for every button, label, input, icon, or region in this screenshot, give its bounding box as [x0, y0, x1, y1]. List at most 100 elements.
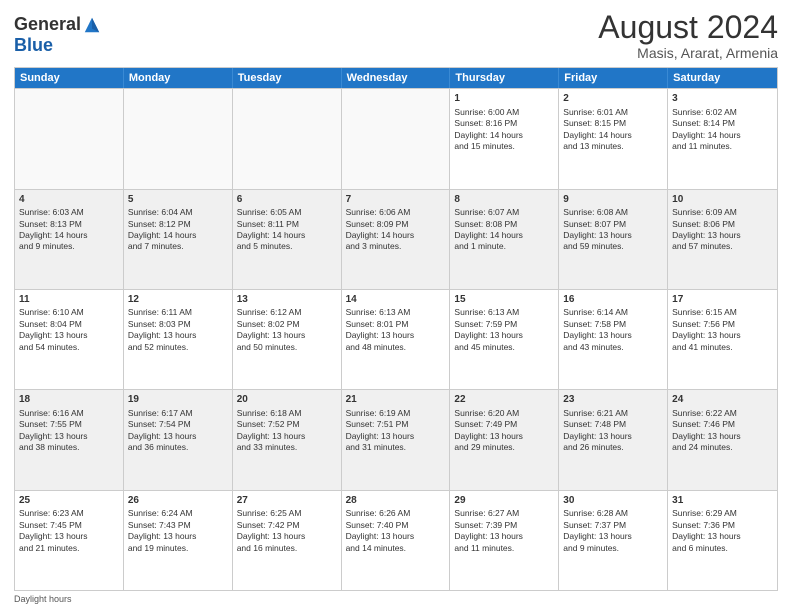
logo-general: General	[14, 14, 81, 35]
day-info: Sunrise: 6:23 AM Sunset: 7:45 PM Dayligh…	[19, 508, 88, 552]
title-block: August 2024 Masis, Ararat, Armenia	[598, 10, 778, 61]
calendar-cell: 2Sunrise: 6:01 AM Sunset: 8:15 PM Daylig…	[559, 89, 668, 188]
calendar-cell: 24Sunrise: 6:22 AM Sunset: 7:46 PM Dayli…	[668, 390, 777, 489]
day-number: 25	[19, 494, 119, 508]
calendar-cell: 20Sunrise: 6:18 AM Sunset: 7:52 PM Dayli…	[233, 390, 342, 489]
day-info: Sunrise: 6:08 AM Sunset: 8:07 PM Dayligh…	[563, 207, 632, 251]
day-info: Sunrise: 6:07 AM Sunset: 8:08 PM Dayligh…	[454, 207, 523, 251]
day-number: 30	[563, 494, 663, 508]
day-info: Sunrise: 6:21 AM Sunset: 7:48 PM Dayligh…	[563, 408, 632, 452]
calendar-cell: 29Sunrise: 6:27 AM Sunset: 7:39 PM Dayli…	[450, 491, 559, 590]
header-friday: Friday	[559, 68, 668, 88]
day-info: Sunrise: 6:12 AM Sunset: 8:02 PM Dayligh…	[237, 307, 306, 351]
day-info: Sunrise: 6:00 AM Sunset: 8:16 PM Dayligh…	[454, 107, 523, 151]
subtitle: Masis, Ararat, Armenia	[598, 45, 778, 61]
calendar-cell: 28Sunrise: 6:26 AM Sunset: 7:40 PM Dayli…	[342, 491, 451, 590]
day-number: 21	[346, 393, 446, 407]
day-number: 14	[346, 293, 446, 307]
calendar-cell	[233, 89, 342, 188]
calendar-cell: 31Sunrise: 6:29 AM Sunset: 7:36 PM Dayli…	[668, 491, 777, 590]
calendar-cell: 18Sunrise: 6:16 AM Sunset: 7:55 PM Dayli…	[15, 390, 124, 489]
day-number: 16	[563, 293, 663, 307]
calendar-cell	[124, 89, 233, 188]
day-number: 19	[128, 393, 228, 407]
calendar-cell: 13Sunrise: 6:12 AM Sunset: 8:02 PM Dayli…	[233, 290, 342, 389]
calendar-cell: 11Sunrise: 6:10 AM Sunset: 8:04 PM Dayli…	[15, 290, 124, 389]
calendar-cell: 16Sunrise: 6:14 AM Sunset: 7:58 PM Dayli…	[559, 290, 668, 389]
calendar-cell: 8Sunrise: 6:07 AM Sunset: 8:08 PM Daylig…	[450, 190, 559, 289]
day-number: 8	[454, 193, 554, 207]
calendar-cell: 26Sunrise: 6:24 AM Sunset: 7:43 PM Dayli…	[124, 491, 233, 590]
day-info: Sunrise: 6:06 AM Sunset: 8:09 PM Dayligh…	[346, 207, 415, 251]
header-tuesday: Tuesday	[233, 68, 342, 88]
header: General Blue August 2024 Masis, Ararat, …	[14, 10, 778, 61]
page: General Blue August 2024 Masis, Ararat, …	[0, 0, 792, 612]
day-number: 15	[454, 293, 554, 307]
logo-blue: Blue	[14, 35, 53, 56]
logo-icon	[83, 16, 101, 34]
day-info: Sunrise: 6:13 AM Sunset: 8:01 PM Dayligh…	[346, 307, 415, 351]
day-info: Sunrise: 6:22 AM Sunset: 7:46 PM Dayligh…	[672, 408, 741, 452]
calendar-cell: 1Sunrise: 6:00 AM Sunset: 8:16 PM Daylig…	[450, 89, 559, 188]
day-number: 23	[563, 393, 663, 407]
calendar-row-1: 1Sunrise: 6:00 AM Sunset: 8:16 PM Daylig…	[15, 88, 777, 188]
day-info: Sunrise: 6:13 AM Sunset: 7:59 PM Dayligh…	[454, 307, 523, 351]
day-info: Sunrise: 6:29 AM Sunset: 7:36 PM Dayligh…	[672, 508, 741, 552]
day-number: 10	[672, 193, 773, 207]
day-number: 31	[672, 494, 773, 508]
day-number: 13	[237, 293, 337, 307]
day-number: 7	[346, 193, 446, 207]
calendar-cell: 19Sunrise: 6:17 AM Sunset: 7:54 PM Dayli…	[124, 390, 233, 489]
calendar-cell: 17Sunrise: 6:15 AM Sunset: 7:56 PM Dayli…	[668, 290, 777, 389]
day-info: Sunrise: 6:25 AM Sunset: 7:42 PM Dayligh…	[237, 508, 306, 552]
calendar-header: Sunday Monday Tuesday Wednesday Thursday…	[15, 68, 777, 88]
day-number: 5	[128, 193, 228, 207]
day-info: Sunrise: 6:20 AM Sunset: 7:49 PM Dayligh…	[454, 408, 523, 452]
day-info: Sunrise: 6:01 AM Sunset: 8:15 PM Dayligh…	[563, 107, 632, 151]
day-info: Sunrise: 6:17 AM Sunset: 7:54 PM Dayligh…	[128, 408, 197, 452]
header-sunday: Sunday	[15, 68, 124, 88]
day-info: Sunrise: 6:16 AM Sunset: 7:55 PM Dayligh…	[19, 408, 88, 452]
day-number: 28	[346, 494, 446, 508]
day-info: Sunrise: 6:02 AM Sunset: 8:14 PM Dayligh…	[672, 107, 741, 151]
day-number: 1	[454, 92, 554, 106]
day-info: Sunrise: 6:10 AM Sunset: 8:04 PM Dayligh…	[19, 307, 88, 351]
day-number: 4	[19, 193, 119, 207]
calendar-row-2: 4Sunrise: 6:03 AM Sunset: 8:13 PM Daylig…	[15, 189, 777, 289]
calendar-cell	[342, 89, 451, 188]
day-number: 2	[563, 92, 663, 106]
header-wednesday: Wednesday	[342, 68, 451, 88]
calendar-cell: 14Sunrise: 6:13 AM Sunset: 8:01 PM Dayli…	[342, 290, 451, 389]
day-number: 6	[237, 193, 337, 207]
day-info: Sunrise: 6:26 AM Sunset: 7:40 PM Dayligh…	[346, 508, 415, 552]
day-info: Sunrise: 6:27 AM Sunset: 7:39 PM Dayligh…	[454, 508, 523, 552]
calendar-body: 1Sunrise: 6:00 AM Sunset: 8:16 PM Daylig…	[15, 88, 777, 590]
calendar-cell: 30Sunrise: 6:28 AM Sunset: 7:37 PM Dayli…	[559, 491, 668, 590]
calendar-cell: 7Sunrise: 6:06 AM Sunset: 8:09 PM Daylig…	[342, 190, 451, 289]
header-thursday: Thursday	[450, 68, 559, 88]
day-number: 24	[672, 393, 773, 407]
calendar-cell: 22Sunrise: 6:20 AM Sunset: 7:49 PM Dayli…	[450, 390, 559, 489]
calendar-cell: 21Sunrise: 6:19 AM Sunset: 7:51 PM Dayli…	[342, 390, 451, 489]
day-number: 3	[672, 92, 773, 106]
day-number: 22	[454, 393, 554, 407]
day-info: Sunrise: 6:19 AM Sunset: 7:51 PM Dayligh…	[346, 408, 415, 452]
month-title: August 2024	[598, 10, 778, 45]
day-number: 26	[128, 494, 228, 508]
day-info: Sunrise: 6:09 AM Sunset: 8:06 PM Dayligh…	[672, 207, 741, 251]
footer-note: Daylight hours	[14, 594, 778, 604]
calendar-cell: 25Sunrise: 6:23 AM Sunset: 7:45 PM Dayli…	[15, 491, 124, 590]
calendar-row-4: 18Sunrise: 6:16 AM Sunset: 7:55 PM Dayli…	[15, 389, 777, 489]
day-info: Sunrise: 6:05 AM Sunset: 8:11 PM Dayligh…	[237, 207, 306, 251]
day-info: Sunrise: 6:28 AM Sunset: 7:37 PM Dayligh…	[563, 508, 632, 552]
day-number: 18	[19, 393, 119, 407]
calendar-cell: 9Sunrise: 6:08 AM Sunset: 8:07 PM Daylig…	[559, 190, 668, 289]
calendar-row-3: 11Sunrise: 6:10 AM Sunset: 8:04 PM Dayli…	[15, 289, 777, 389]
calendar-cell: 3Sunrise: 6:02 AM Sunset: 8:14 PM Daylig…	[668, 89, 777, 188]
day-number: 9	[563, 193, 663, 207]
calendar-row-5: 25Sunrise: 6:23 AM Sunset: 7:45 PM Dayli…	[15, 490, 777, 590]
day-info: Sunrise: 6:04 AM Sunset: 8:12 PM Dayligh…	[128, 207, 197, 251]
day-info: Sunrise: 6:18 AM Sunset: 7:52 PM Dayligh…	[237, 408, 306, 452]
calendar-cell: 15Sunrise: 6:13 AM Sunset: 7:59 PM Dayli…	[450, 290, 559, 389]
calendar-cell: 4Sunrise: 6:03 AM Sunset: 8:13 PM Daylig…	[15, 190, 124, 289]
